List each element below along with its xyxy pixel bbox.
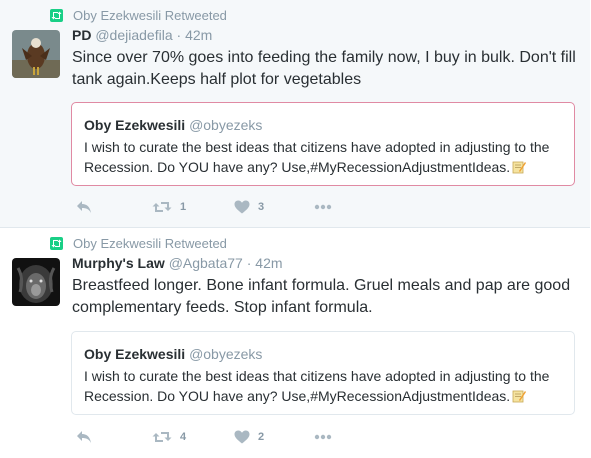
more-icon <box>314 434 332 440</box>
like-button[interactable]: 2 <box>234 427 264 447</box>
retweet-button[interactable]: 4 <box>152 427 186 447</box>
tweet-header: PD @dejiadefila · 42m <box>72 27 212 43</box>
more-button[interactable] <box>314 197 332 217</box>
reply-button[interactable] <box>76 197 92 217</box>
quoted-author-handle: @obyezeks <box>189 346 263 362</box>
quoted-tweet[interactable]: Oby Ezekwesili @obyezeks I wish to curat… <box>71 102 575 186</box>
retweet-badge-icon <box>50 237 63 250</box>
retweeted-by-label[interactable]: Oby Ezekwesili Retweeted <box>73 8 227 23</box>
quoted-tweet[interactable]: Oby Ezekwesili @obyezeks I wish to curat… <box>71 331 575 415</box>
more-button[interactable] <box>314 427 332 447</box>
separator-dot: · <box>176 27 182 43</box>
retweet-icon <box>152 432 172 442</box>
retweet-count: 4 <box>180 431 187 443</box>
retweet-context: Oby Ezekwesili Retweeted <box>50 236 227 251</box>
tweet-header: Murphy's Law @Agbata77 · 42m <box>72 255 283 271</box>
author-name[interactable]: PD <box>72 27 91 43</box>
quoted-tweet-header: Oby Ezekwesili @obyezeks <box>84 346 262 362</box>
quoted-tweet-body: I wish to curate the best ideas that cit… <box>84 368 550 404</box>
memo-emoji-icon <box>512 388 527 403</box>
author-name[interactable]: Murphy's Law <box>72 255 165 271</box>
quoted-author-handle: @obyezeks <box>189 117 263 133</box>
like-count: 2 <box>258 431 265 443</box>
separator-dot: · <box>246 255 252 271</box>
timestamp[interactable]: 42m <box>185 27 212 43</box>
tweet-text: Since over 70% goes into feeding the fam… <box>72 49 576 88</box>
tweet-text: Breastfeed longer. Bone infant formula. … <box>72 277 571 316</box>
like-count: 3 <box>258 201 265 213</box>
tweet[interactable]: Oby Ezekwesili Retweeted PD @dejiadefila… <box>0 0 590 228</box>
quoted-tweet-body: I wish to curate the best ideas that cit… <box>84 139 550 175</box>
reply-icon <box>77 431 91 443</box>
quoted-author-name: Oby Ezekwesili <box>84 117 186 133</box>
avatar[interactable] <box>12 30 60 78</box>
quoted-tweet-header: Oby Ezekwesili @obyezeks <box>84 117 262 133</box>
author-handle[interactable]: @dejiadefila <box>95 27 172 43</box>
quoted-author-name: Oby Ezekwesili <box>84 346 186 362</box>
retweet-count: 1 <box>180 201 187 213</box>
author-handle[interactable]: @Agbata77 <box>169 255 243 271</box>
quoted-tweet-text: I wish to curate the best ideas that cit… <box>84 366 569 406</box>
timestamp[interactable]: 42m <box>255 255 282 271</box>
reply-icon <box>77 201 91 213</box>
like-icon <box>234 200 250 214</box>
reply-button[interactable] <box>76 427 92 447</box>
retweet-context: Oby Ezekwesili Retweeted <box>50 8 227 23</box>
quoted-tweet-text: I wish to curate the best ideas that cit… <box>84 137 569 177</box>
retweeted-by-label[interactable]: Oby Ezekwesili Retweeted <box>73 236 227 251</box>
memo-emoji-icon <box>512 159 527 174</box>
more-icon <box>314 204 332 210</box>
retweet-button[interactable]: 1 <box>152 197 186 217</box>
retweet-icon <box>152 202 172 212</box>
like-button[interactable]: 3 <box>234 197 264 217</box>
tweet[interactable]: Oby Ezekwesili Retweeted Murphy's Law @A… <box>0 228 590 458</box>
avatar[interactable] <box>12 258 60 306</box>
like-icon <box>234 430 250 444</box>
retweet-badge-icon <box>50 9 63 22</box>
